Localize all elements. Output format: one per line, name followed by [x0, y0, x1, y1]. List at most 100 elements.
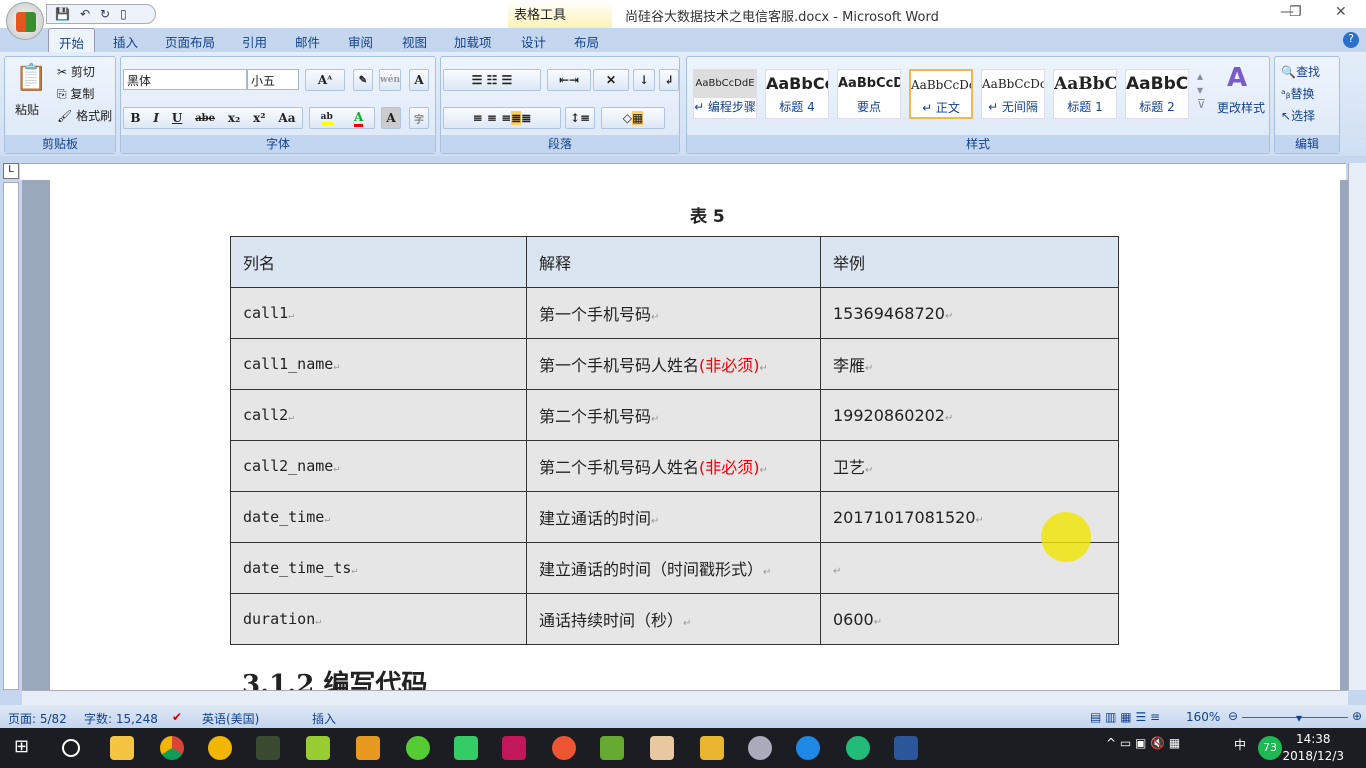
- description-cell[interactable]: 建立通话的时间↵: [526, 491, 821, 543]
- notepad-icon[interactable]: [306, 736, 330, 760]
- paste-button[interactable]: 粘贴: [15, 101, 39, 118]
- tab-home[interactable]: 开始: [48, 28, 96, 54]
- tab-design[interactable]: 设计: [521, 32, 546, 51]
- style-item[interactable]: AaBbCc 标题 4: [765, 69, 829, 119]
- char-shading-button[interactable]: A: [381, 107, 401, 129]
- show-marks-button[interactable]: ↲: [659, 69, 679, 91]
- column-name-cell[interactable]: call2_name↵: [230, 440, 527, 492]
- format-painter-button[interactable]: 🖌 格式刷: [57, 107, 112, 124]
- tab-references[interactable]: 引用: [242, 32, 267, 51]
- phonetic-button[interactable]: wén: [379, 69, 401, 91]
- description-cell[interactable]: 第一个手机号码↵: [526, 287, 821, 339]
- font-color-button[interactable]: A: [354, 110, 364, 127]
- redo-icon[interactable]: ↻: [100, 7, 110, 21]
- style-item[interactable]: AaBbCcDc ↵ 无间隔: [981, 69, 1045, 119]
- example-cell[interactable]: 0600↵: [820, 593, 1119, 645]
- strikethrough-button[interactable]: abe: [195, 113, 215, 124]
- example-cell[interactable]: 15369468720↵: [820, 287, 1119, 339]
- undo-icon[interactable]: ↶: [80, 7, 90, 21]
- view-buttons[interactable]: ▤ ▥ ▦ ☰ ≡: [1090, 710, 1160, 724]
- enclose-char-button[interactable]: 字: [409, 107, 429, 129]
- vertical-ruler[interactable]: [3, 182, 19, 690]
- app-icon[interactable]: [552, 736, 576, 760]
- cut-button[interactable]: ✂ 剪切: [57, 63, 95, 80]
- style-item[interactable]: AaBbCcDdE ↵ 编程步骤: [693, 69, 757, 119]
- page-count[interactable]: 页面: 5/82: [8, 710, 67, 727]
- description-cell[interactable]: 第二个手机号码↵: [526, 389, 821, 441]
- document-page[interactable]: 表 5 列名 解释 举例 call1↵ 第一个手机号码↵ 15369468720↵ c…: [50, 180, 1340, 690]
- clock[interactable]: 14:38 2018/12/3: [1282, 731, 1344, 765]
- office-button[interactable]: [6, 2, 44, 40]
- description-cell[interactable]: 建立通话的时间（时间戳形式）↵: [526, 542, 821, 594]
- replace-button[interactable]: ᵃᵦ替换: [1281, 85, 1315, 102]
- shading-border-buttons[interactable]: ◇ ▦: [601, 107, 665, 129]
- start-icon[interactable]: ⊞: [14, 736, 38, 760]
- grow-font-button[interactable]: Aᴬ: [305, 69, 345, 91]
- tab-review[interactable]: 审阅: [348, 32, 373, 51]
- mf-app-icon[interactable]: [208, 736, 232, 760]
- app-icon[interactable]: [256, 736, 280, 760]
- highlight-icon[interactable]: ab: [320, 112, 333, 125]
- app-icon[interactable]: [846, 736, 870, 760]
- column-name-cell[interactable]: date_time↵: [230, 491, 527, 543]
- word-icon[interactable]: [894, 736, 918, 760]
- zoom-level[interactable]: 160%: [1186, 710, 1220, 724]
- select-button[interactable]: ↖选择: [1281, 107, 1315, 124]
- column-name-cell[interactable]: date_time_ts↵: [230, 542, 527, 594]
- app-icon[interactable]: [700, 736, 724, 760]
- close-button[interactable]: ✕: [1335, 4, 1347, 20]
- column-name-cell[interactable]: call2↵: [230, 389, 527, 441]
- paste-icon[interactable]: 📋: [15, 63, 47, 93]
- description-cell[interactable]: 通话持续时间（秒）↵: [526, 593, 821, 645]
- help-icon[interactable]: ?: [1343, 32, 1359, 48]
- tab-insert[interactable]: 插入: [113, 32, 138, 51]
- file-explorer-icon[interactable]: [110, 736, 134, 760]
- language[interactable]: 英语(美国): [202, 710, 259, 727]
- underline-button[interactable]: U: [172, 111, 182, 125]
- change-styles-button[interactable]: 更改样式: [1217, 99, 1265, 116]
- indent-buttons[interactable]: ⇤⇥: [547, 69, 591, 91]
- tab-view[interactable]: 视图: [402, 32, 427, 51]
- insert-mode[interactable]: 插入: [312, 710, 336, 727]
- avatar-app-icon[interactable]: [650, 736, 674, 760]
- description-cell[interactable]: 第一个手机号码人姓名(非必须)↵: [526, 338, 821, 390]
- horizontal-scrollbar[interactable]: [22, 690, 1348, 705]
- line-spacing-button[interactable]: ↕≡: [565, 107, 595, 129]
- settings-icon[interactable]: [748, 736, 772, 760]
- style-item-selected[interactable]: AaBbCcDc ↵ 正文: [909, 69, 973, 119]
- tab-layout[interactable]: 布局: [574, 32, 599, 51]
- tab-selector[interactable]: L: [3, 163, 19, 179]
- tray-icons[interactable]: ^ ▭ ▣ 🔇 ▦: [1106, 736, 1180, 760]
- example-cell[interactable]: 19920860202↵: [820, 389, 1119, 441]
- styles-scroll-arrows[interactable]: ▴ ▾ ⊽: [1197, 69, 1206, 111]
- zoom-slider[interactable]: ⊖ ▾ ⊕: [1228, 708, 1362, 725]
- restore-button[interactable]: ❐: [1289, 4, 1302, 20]
- horizontal-ruler[interactable]: [20, 163, 1346, 180]
- intellij-icon[interactable]: [502, 736, 526, 760]
- copy-button[interactable]: ⎘ 复制: [57, 85, 94, 102]
- font-size-select[interactable]: 小五: [247, 69, 299, 90]
- italic-button[interactable]: I: [153, 111, 159, 125]
- find-button[interactable]: 🔍查找: [1281, 63, 1320, 80]
- save-icon[interactable]: 💾: [55, 7, 70, 21]
- vertical-scrollbar[interactable]: [1348, 163, 1366, 690]
- clear-format-button[interactable]: ✎: [353, 69, 373, 91]
- chrome-icon[interactable]: [160, 736, 184, 760]
- font-name-select[interactable]: 黑体: [123, 69, 247, 90]
- change-case-button[interactable]: Aa: [278, 111, 295, 125]
- tab-page-layout[interactable]: 页面布局: [165, 32, 215, 51]
- description-cell[interactable]: 第二个手机号码人姓名(非必须)↵: [526, 440, 821, 492]
- remote-desktop-icon[interactable]: [454, 736, 478, 760]
- char-border-button[interactable]: A: [409, 69, 429, 91]
- new-doc-icon[interactable]: ▯: [120, 7, 127, 21]
- align-buttons[interactable]: ≡ ≡ ≡ ≣ ≣: [443, 107, 561, 129]
- app-icon[interactable]: [406, 736, 430, 760]
- style-item[interactable]: AaBbCcD 要点: [837, 69, 901, 119]
- ime-indicator[interactable]: 中: [1234, 736, 1258, 760]
- word-count[interactable]: 字数: 15,248: [84, 710, 158, 727]
- sort-button[interactable]: ↓: [633, 69, 655, 91]
- example-cell[interactable]: 李雁↵: [820, 338, 1119, 390]
- tab-mailings[interactable]: 邮件: [295, 32, 320, 51]
- list-buttons[interactable]: ☰ ☷ ☰: [443, 69, 541, 91]
- column-name-cell[interactable]: duration↵: [230, 593, 527, 645]
